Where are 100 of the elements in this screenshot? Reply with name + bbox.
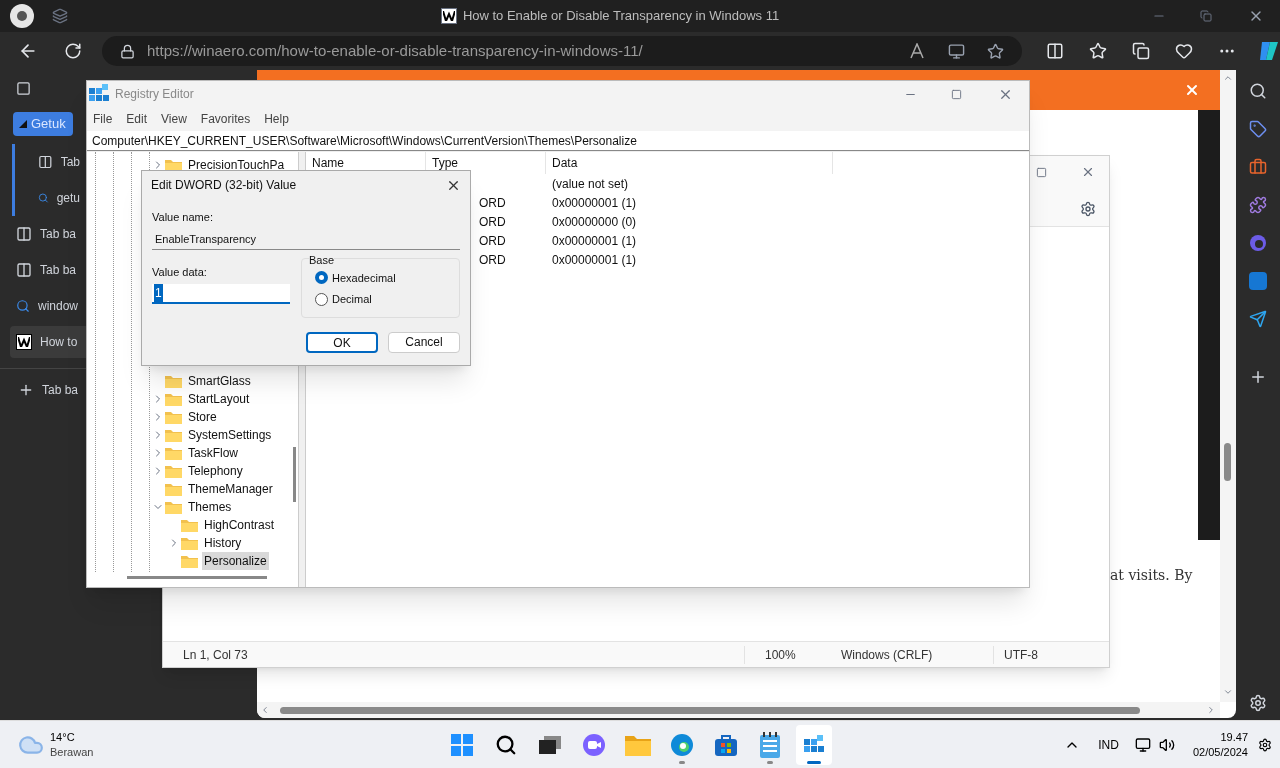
tree-item[interactable]: Personalize <box>202 552 269 570</box>
url-text: https://winaero.com/how-to-enable-or-disable-transparency-in-windows-11/ <box>147 40 643 61</box>
status-text: 100% <box>744 645 833 664</box>
language-indicator[interactable]: IND <box>1098 735 1119 754</box>
address-field[interactable]: Computer\HKEY_CURRENT_USER\Software\Microsoft\Windows\CurrentVersion\Themes\Personalize <box>87 131 1029 151</box>
tree-item[interactable]: Store <box>186 408 219 426</box>
browser-icon[interactable] <box>670 733 694 757</box>
column-header[interactable]: Data <box>546 152 833 174</box>
status-text: Windows (CRLF) <box>840 646 934 664</box>
tabs-icon[interactable] <box>52 8 68 24</box>
start-icon[interactable] <box>451 734 473 756</box>
browser-tab[interactable]: How to <box>10 326 86 358</box>
folder-icon <box>165 158 182 172</box>
maximize-icon[interactable] <box>951 88 962 100</box>
plus-icon[interactable] <box>1249 368 1267 386</box>
menu-item[interactable]: Favorites <box>200 110 251 128</box>
task-view-icon[interactable] <box>539 736 561 754</box>
tree-item[interactable]: StartLayout <box>186 390 252 408</box>
value-name-field[interactable]: EnableTransparency <box>152 229 460 250</box>
tree-item[interactable]: Telephony <box>186 462 245 480</box>
menu-item[interactable]: Edit <box>126 110 148 128</box>
refresh-icon[interactable] <box>64 42 82 60</box>
favorite-icon[interactable] <box>987 42 1004 60</box>
notepad-icon[interactable] <box>759 732 781 758</box>
temperature-text: 14°C <box>50 729 76 745</box>
health-icon[interactable] <box>1175 42 1193 60</box>
tab-page-icon <box>16 226 32 242</box>
radio-button[interactable] <box>315 292 329 306</box>
triangle-icon <box>19 120 27 128</box>
search-icon[interactable] <box>1249 82 1267 100</box>
site-logo-icon <box>16 334 32 350</box>
toolbox-icon[interactable] <box>1249 158 1267 176</box>
search-icon <box>38 191 49 205</box>
radio-label: Hexadecimal <box>332 270 396 286</box>
store-icon[interactable] <box>714 733 738 757</box>
tab-page-icon <box>16 262 32 278</box>
volume-icon[interactable] <box>1158 736 1175 753</box>
table-cell-text: 0x00000001 (1) <box>551 251 637 269</box>
folder-icon <box>165 464 182 478</box>
folder-icon <box>165 446 182 460</box>
network-icon[interactable] <box>1134 736 1151 753</box>
tag-icon[interactable] <box>1249 120 1267 138</box>
status-text: UTF-8 <box>993 645 1038 664</box>
tree-item[interactable]: HighContrast <box>202 516 277 534</box>
tab-actions-icon[interactable] <box>16 81 31 96</box>
table-cell: ORD <box>479 195 506 210</box>
menu-item[interactable]: File <box>93 110 113 128</box>
send-icon[interactable] <box>1249 310 1267 328</box>
dialog-button[interactable]: Cancel <box>388 331 460 353</box>
folder-icon <box>165 374 182 388</box>
browser-tab[interactable]: Tab ba <box>10 254 86 286</box>
scrollbar-thumb[interactable] <box>280 706 1140 714</box>
tree-item[interactable]: SmartGlass <box>186 372 253 390</box>
split-screen-icon[interactable] <box>1046 42 1064 60</box>
chat-icon[interactable] <box>582 733 606 757</box>
tree-item[interactable]: SystemSettings <box>186 426 274 444</box>
search-icon <box>16 299 30 313</box>
menu-item[interactable]: View <box>161 110 187 128</box>
tree-item[interactable]: TaskFlow <box>186 444 240 462</box>
browser-tab[interactable]: window <box>10 290 86 322</box>
favorites-icon[interactable] <box>1089 42 1107 60</box>
clock-date[interactable]: 02/05/2024 <box>1192 744 1248 760</box>
table-cell: ORD <box>479 233 506 248</box>
field-label: Value data: <box>152 264 208 280</box>
radio-button[interactable] <box>315 271 329 285</box>
collections-icon[interactable] <box>1132 42 1150 60</box>
settings-icon[interactable] <box>1080 201 1096 217</box>
folder-icon <box>165 482 182 496</box>
radio-label: Decimal <box>332 292 372 307</box>
maximize-icon[interactable] <box>1036 167 1047 178</box>
dialog-title: Edit DWORD (32-bit) Value <box>151 177 297 194</box>
folder-icon <box>181 536 198 550</box>
folder-icon <box>181 554 198 568</box>
article-text: at visits. By <box>1110 566 1193 585</box>
folder-icon <box>181 518 198 532</box>
scrollbar-thumb[interactable] <box>1224 443 1231 481</box>
menu-item[interactable]: Help <box>264 110 289 128</box>
tree-item[interactable]: History <box>202 534 244 552</box>
address-bar[interactable]: https://winaero.com/how-to-enable-or-disable-transparency-in-windows-11/ <box>102 36 1022 66</box>
dialog-button[interactable]: OK <box>306 331 378 353</box>
window-title: Registry Editor <box>115 86 194 103</box>
search-icon[interactable] <box>495 734 517 756</box>
table-cell-text: (value not set) <box>551 175 629 193</box>
table-cell: ORD <box>479 214 506 229</box>
clock-time[interactable]: 19.47 <box>1220 729 1248 745</box>
tree-item[interactable]: PrecisionTouchPa <box>186 156 287 174</box>
restore-icon[interactable] <box>1200 10 1212 22</box>
profile-avatar[interactable] <box>10 4 34 28</box>
table-cell: ORD <box>479 252 506 267</box>
tree-item[interactable]: ThemeManager <box>186 480 275 498</box>
tree-item[interactable]: Themes <box>186 498 234 516</box>
value-data-field[interactable]: 1 <box>152 284 290 304</box>
browser-tab[interactable]: Tab ba <box>10 218 86 250</box>
new-tab-button[interactable]: Tab ba <box>42 380 79 399</box>
browser-tab[interactable]: Tab <box>32 146 86 178</box>
tab-page-icon <box>38 154 53 170</box>
table-cell-text: 0x00000001 (1) <box>551 194 637 212</box>
lock-icon <box>120 43 135 59</box>
browser-tab[interactable]: getu <box>32 182 86 214</box>
site-logo-icon <box>440 8 457 24</box>
